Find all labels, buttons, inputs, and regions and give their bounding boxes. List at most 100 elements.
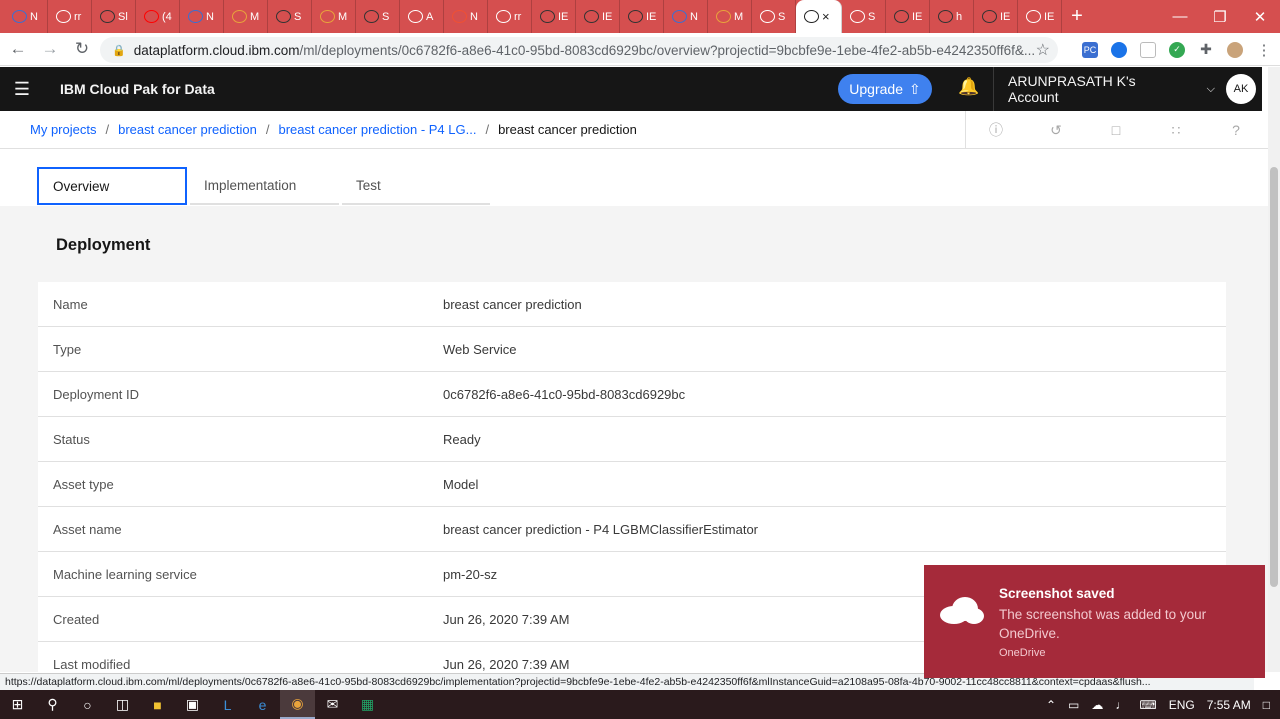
search-icon[interactable]: ⚲ [35,690,70,719]
breadcrumb-item[interactable]: breast cancer prediction [118,122,257,137]
row-key: Type [53,341,82,357]
github-icon [276,10,291,23]
puzzle-icon[interactable]: ✚ [1198,41,1214,58]
clock[interactable]: 7:55 AM [1207,698,1251,712]
breadcrumb-item: breast cancer prediction [498,122,637,137]
browser-tab-title: S [294,10,302,23]
pc-extension-icon[interactable]: PC [1082,41,1098,58]
browser-tab[interactable]: S [356,0,400,33]
tab-implementation[interactable]: Implementation [190,167,339,205]
table-row: Type Web Service [38,327,1226,372]
browser-tab[interactable]: M [708,0,752,33]
profile-icon[interactable] [1227,41,1243,58]
file-explorer-icon[interactable]: ■ [140,690,175,719]
comment-icon[interactable]: □ [1086,111,1146,149]
breadcrumb-actions: ⓘ ↺ □ ∷ ? [965,111,1266,149]
maximize-icon[interactable]: ❐ [1200,0,1240,33]
language-indicator[interactable]: ENG [1169,698,1195,712]
windows-start-icon[interactable]: ⊞ [0,690,35,719]
tray-chevron-up-icon[interactable]: ⌃ [1046,698,1056,712]
new-tab-button[interactable]: + [1062,0,1092,33]
chrome-taskbar-icon[interactable]: ◉ [280,690,315,719]
browser-tab[interactable]: N [664,0,708,33]
chrome-icon [716,10,731,23]
browser-tab[interactable]: S [842,0,886,33]
browser-tab[interactable]: S [752,0,796,33]
row-value: pm-20-sz [443,566,498,582]
browser-tab[interactable]: rr [48,0,92,33]
forward-icon[interactable]: → [36,35,64,63]
toast-message: The screenshot was added to your OneDriv… [999,607,1207,641]
bookmark-star-icon[interactable]: ☆ [1036,40,1050,60]
window-controls: — ❐ ✕ [1160,0,1280,33]
row-value: breast cancer prediction - P4 LGBMClassi… [443,521,759,537]
breadcrumb-item[interactable]: My projects [30,122,96,137]
close-window-icon[interactable]: ✕ [1240,0,1280,33]
info-icon[interactable]: ⓘ [966,111,1026,149]
notification-bell-icon[interactable]: 🔔 [958,77,979,97]
browser-tab[interactable]: M [312,0,356,33]
back-icon[interactable]: ← [4,35,32,63]
table-row: Asset name breast cancer prediction - P4 … [38,507,1226,552]
excel-icon[interactable]: ▦ [350,690,385,719]
browser-tab[interactable]: h [930,0,974,33]
edge-icon[interactable]: e [245,690,280,719]
browser-tab[interactable]: (4 [136,0,180,33]
chrome-icon [320,10,335,23]
browser-tab[interactable]: IE [974,0,1018,33]
browser-tab[interactable]: IE [620,0,664,33]
browser-tab[interactable]: IE [576,0,620,33]
browser-tab[interactable]: N [180,0,224,33]
url-host: dataplatform.cloud.ibm.com [133,42,300,58]
browser-tab-title: S [778,10,786,23]
kebab-menu-icon[interactable]: ⋮ [1256,42,1272,59]
browser-tab-title: IE [1044,10,1055,23]
history-icon[interactable]: ↺ [1026,111,1086,149]
vertical-scrollbar[interactable] [1268,67,1280,672]
cortana-icon[interactable]: ○ [70,690,105,719]
app-brand[interactable]: IBM Cloud Pak for Data [60,81,215,97]
collaborators-icon[interactable]: ∷ [1146,111,1206,149]
mail-icon[interactable]: ✉ [315,690,350,719]
browser-tab[interactable]: rr [488,0,532,33]
url-input[interactable]: 🔒 dataplatform.cloud.ibm.com/ml/deployme… [100,37,1058,63]
task-view-icon[interactable]: ◫ [105,690,140,719]
breadcrumb-item[interactable]: breast cancer prediction - P4 LG... [278,122,476,137]
battery-icon[interactable]: ▭ [1068,698,1079,712]
browser-tab[interactable]: N [444,0,488,33]
browser-tab-title: M [250,10,260,23]
volume-icon[interactable]: ♩ [1115,698,1127,712]
app-l-icon[interactable]: L [210,690,245,719]
blue-extension-icon[interactable] [1111,41,1127,58]
github-icon [364,10,379,23]
notifications-icon[interactable]: □ [1263,698,1270,712]
tab-overview[interactable]: Overview [37,167,187,205]
keyboard-icon[interactable]: ⌨ [1139,698,1156,712]
green-check-extension-icon[interactable]: ✓ [1169,41,1185,58]
avatar[interactable]: AK [1226,74,1256,104]
account-switcher[interactable]: ARUNPRASATH K's Account ⌵ [993,67,1215,111]
scrollbar-thumb[interactable] [1270,167,1278,587]
upgrade-button[interactable]: Upgrade ⇧ [838,74,932,104]
browser-tab[interactable]: S [268,0,312,33]
tab-test[interactable]: Test [342,167,490,205]
browser-tab[interactable]: A [400,0,444,33]
browser-tab[interactable]: IE [532,0,576,33]
browser-tab[interactable]: IE [886,0,930,33]
reload-icon[interactable]: ↻ [68,35,96,63]
browser-tab[interactable]: M [224,0,268,33]
page-extension-icon[interactable] [1140,41,1156,58]
browser-tab[interactable]: Sl [92,0,136,33]
network-icon[interactable]: ☁ [1091,698,1103,712]
github-icon [894,10,909,23]
pc-icon [12,10,27,23]
minimize-icon[interactable]: — [1160,0,1200,33]
hamburger-menu-icon[interactable]: ☰ [0,67,44,111]
store-icon[interactable]: ▣ [175,690,210,719]
row-value: 0c6782f6-a8e6-41c0-95bd-8083cd6929bc [443,386,686,402]
onedrive-toast[interactable]: Screenshot saved The screenshot was adde… [924,565,1265,678]
help-icon[interactable]: ? [1206,111,1266,149]
browser-tab[interactable]: N [4,0,48,33]
browser-tab[interactable]: × [796,0,842,33]
browser-tab[interactable]: IE [1018,0,1062,33]
